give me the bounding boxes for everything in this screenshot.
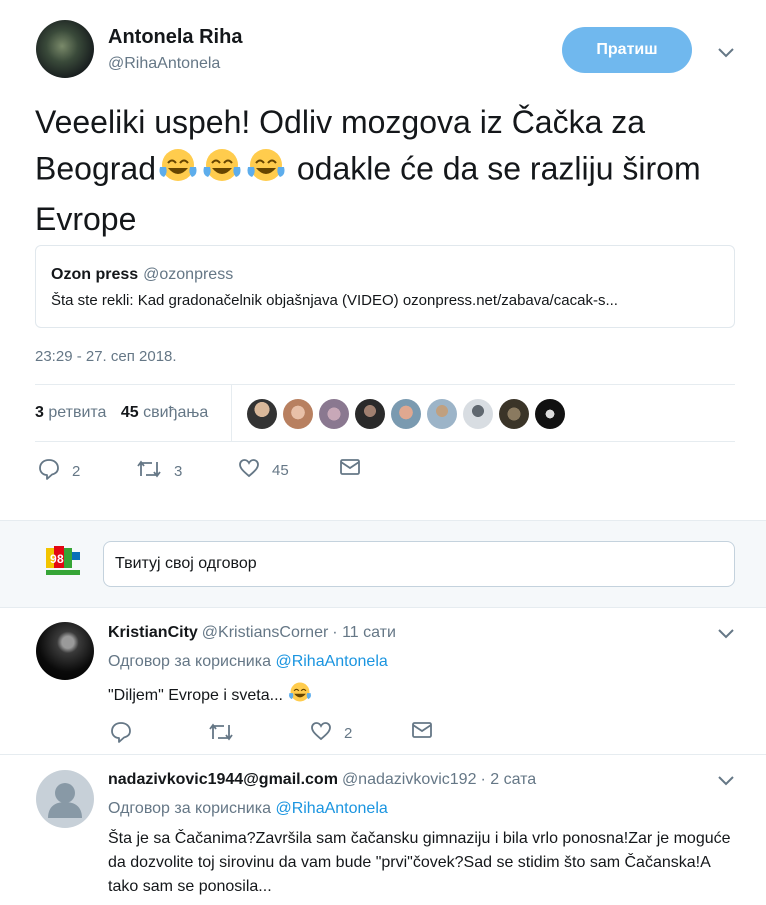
tweet-text: Veeeliki uspeh! Odliv mozgova iz Čačka z… bbox=[35, 100, 715, 242]
laughing-emoji-icon bbox=[156, 145, 200, 197]
like-action-count: 45 bbox=[272, 461, 289, 479]
reply-author-name: KristianCity bbox=[108, 624, 198, 641]
liker-avatar[interactable] bbox=[283, 399, 313, 429]
reply-to-handle[interactable]: @RihaAntonela bbox=[275, 653, 387, 670]
liker-avatar[interactable] bbox=[463, 399, 493, 429]
like-action[interactable]: 45 bbox=[238, 458, 289, 482]
heart-icon bbox=[238, 458, 260, 482]
chevron-down-icon[interactable] bbox=[716, 43, 736, 63]
main-tweet: Antonela Riha @RihaAntonela Пратиш Veeel… bbox=[0, 0, 766, 520]
message-action[interactable] bbox=[411, 721, 433, 743]
reply-text-content: "Diljem" Evrope i sveta... bbox=[108, 687, 283, 705]
laughing-emoji-icon bbox=[200, 145, 244, 197]
liker-avatar[interactable] bbox=[535, 399, 565, 429]
like-label: свиђања bbox=[143, 404, 209, 421]
retweet-action[interactable]: 3 bbox=[136, 458, 182, 484]
divider bbox=[35, 384, 735, 385]
reply-input[interactable]: Твитуј свој одговор bbox=[103, 541, 735, 587]
envelope-icon bbox=[411, 721, 433, 743]
retweet-stat[interactable]: 3 ретвита bbox=[35, 404, 106, 421]
liker-avatar[interactable] bbox=[427, 399, 457, 429]
reply-avatar-default[interactable] bbox=[36, 770, 94, 828]
retweet-icon bbox=[136, 458, 162, 484]
message-action[interactable] bbox=[339, 458, 361, 480]
svg-text:8: 8 bbox=[57, 552, 64, 566]
liker-avatar[interactable] bbox=[391, 399, 421, 429]
tweet-stats: 3 ретвита 45 свиђања bbox=[35, 404, 208, 422]
like-stat[interactable]: 45 свиђања bbox=[121, 404, 208, 421]
reply-action[interactable]: 2 bbox=[38, 458, 80, 484]
laughing-emoji-icon bbox=[244, 145, 288, 197]
svg-text:9: 9 bbox=[50, 552, 57, 566]
reply-to-line: Одговор за корисника @RihaAntonela bbox=[108, 653, 388, 671]
follow-button[interactable]: Пратиш bbox=[562, 27, 692, 73]
current-user-avatar[interactable]: 9 8 bbox=[44, 544, 84, 580]
chevron-down-icon[interactable] bbox=[716, 624, 736, 644]
reply-time: · 11 сати bbox=[332, 624, 396, 641]
reply-count: 2 bbox=[72, 462, 81, 480]
quoted-author-name: Ozon press bbox=[51, 266, 139, 283]
quoted-author-handle: @ozonpress bbox=[143, 266, 234, 283]
retweet-count: 3 bbox=[35, 404, 44, 421]
liker-avatar[interactable] bbox=[247, 399, 277, 429]
liker-avatar[interactable] bbox=[319, 399, 349, 429]
reply-action[interactable] bbox=[110, 721, 132, 747]
reply-avatar[interactable] bbox=[36, 622, 94, 680]
reply-to-line: Одговор за корисника @RihaAntonela bbox=[108, 800, 388, 818]
laughing-emoji-icon bbox=[287, 680, 313, 712]
liker-avatar[interactable] bbox=[499, 399, 529, 429]
quoted-text: Šta ste rekli: Kad gradonačelnik objašnj… bbox=[51, 292, 618, 309]
reply-icon bbox=[38, 458, 60, 484]
reply-icon bbox=[110, 721, 132, 747]
divider bbox=[0, 754, 766, 755]
tweet-timestamp[interactable]: 23:29 - 27. сеп 2018. bbox=[35, 348, 177, 365]
divider bbox=[35, 441, 735, 442]
reply-time: · 2 сата bbox=[480, 771, 537, 788]
reply-to-prefix: Одговор за корисника bbox=[108, 800, 271, 817]
quoted-tweet[interactable]: Ozon press @ozonpress Šta ste rekli: Kad … bbox=[35, 245, 735, 328]
author-name[interactable]: Antonela Riha bbox=[108, 26, 242, 49]
reply-author-handle: @KristiansCorner bbox=[201, 624, 329, 641]
reply-to-handle[interactable]: @RihaAntonela bbox=[275, 800, 387, 817]
liker-avatar[interactable] bbox=[355, 399, 385, 429]
author-handle[interactable]: @RihaAntonela bbox=[108, 55, 220, 73]
reply-text: Šta je sa Čačanima?Završila sam čačansku… bbox=[108, 830, 731, 895]
chevron-down-icon[interactable] bbox=[716, 771, 736, 791]
like-action[interactable]: 2 bbox=[310, 721, 352, 745]
reply-author[interactable]: KristianCity @KristiansCorner · 11 сати bbox=[108, 624, 396, 642]
reply-to-prefix: Одговор за корисника bbox=[108, 653, 271, 670]
retweet-icon bbox=[208, 721, 234, 747]
author-avatar[interactable] bbox=[36, 20, 94, 78]
retweet-label: ретвита bbox=[48, 404, 107, 421]
reply-like-count: 2 bbox=[344, 724, 353, 742]
liker-avatars bbox=[247, 399, 565, 429]
envelope-icon bbox=[339, 458, 361, 480]
heart-icon bbox=[310, 721, 332, 745]
quoted-author: Ozon press @ozonpress bbox=[51, 266, 233, 284]
reply-text: "Diljem" Evrope i sveta... bbox=[108, 680, 738, 712]
default-user-icon bbox=[48, 783, 82, 818]
reply-author[interactable]: nadazivkovic1944@gmail.com @nadazivkovic1… bbox=[108, 771, 536, 789]
retweet-action-count: 3 bbox=[174, 462, 183, 480]
retweet-action[interactable] bbox=[208, 721, 234, 747]
stats-divider bbox=[231, 385, 232, 442]
like-count: 45 bbox=[120, 404, 139, 421]
reply-author-name: nadazivkovic1944@gmail.com bbox=[108, 771, 338, 788]
reply-author-handle: @nadazivkovic192 bbox=[341, 771, 477, 788]
